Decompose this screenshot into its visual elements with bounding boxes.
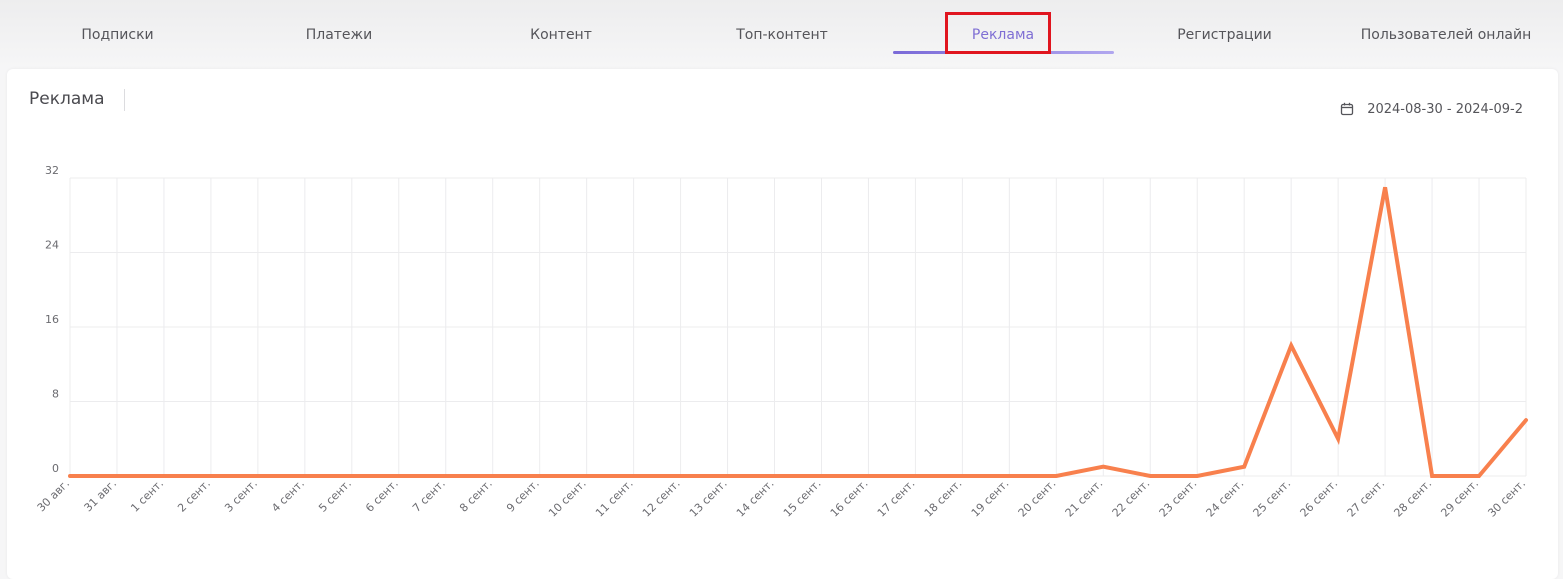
y-tick-label: 8 [52, 388, 59, 401]
x-tick-label: 25 сент. [1251, 477, 1294, 520]
x-tick-label: 20 сент. [1016, 477, 1059, 520]
x-tick-label: 22 сент. [1110, 477, 1153, 520]
x-tick-label: 8 сент. [457, 477, 495, 515]
y-tick-label: 0 [52, 462, 59, 475]
x-tick-label: 18 сент. [922, 477, 965, 520]
x-tick-label: 30 авг. [35, 477, 72, 514]
x-tick-label: 10 сент. [546, 477, 589, 520]
x-tick-label: 26 сент. [1298, 477, 1341, 520]
y-tick-label: 16 [45, 313, 59, 326]
x-tick-label: 24 сент. [1204, 477, 1247, 520]
x-tick-label: 12 сент. [640, 477, 683, 520]
x-tick-label: 28 сент. [1391, 477, 1434, 520]
x-tick-label: 31 авг. [82, 477, 119, 514]
x-tick-label: 1 сент. [128, 477, 166, 515]
x-tick-label: 7 сент. [410, 477, 448, 515]
x-tick-label: 4 сент. [269, 477, 307, 515]
x-tick-label: 21 сент. [1063, 477, 1106, 520]
x-tick-label: 23 сент. [1157, 477, 1200, 520]
x-tick-label: 14 сент. [734, 477, 777, 520]
x-tick-label: 2 сент. [175, 477, 213, 515]
x-tick-label: 15 сент. [781, 477, 824, 520]
x-tick-label: 3 сент. [222, 477, 260, 515]
x-tick-label: 19 сент. [969, 477, 1012, 520]
x-tick-label: 30 сент. [1485, 477, 1528, 520]
y-tick-label: 32 [45, 164, 59, 177]
series-line [68, 186, 1528, 478]
y-tick-label: 24 [45, 239, 59, 252]
x-tick-label: 9 сент. [504, 477, 542, 515]
ads-line-chart: 0 8 16 24 32 30 авг. 31 авг. 1 сент. 2 сент. 3 се… [35, 164, 1528, 520]
x-tick-label: 16 сент. [828, 477, 871, 520]
x-tick-label: 5 сент. [316, 477, 354, 515]
x-tick-label: 6 сент. [363, 477, 401, 515]
x-tick-label: 27 сент. [1345, 477, 1388, 520]
x-tick-label: 11 сент. [593, 477, 636, 520]
x-tick-label: 17 сент. [875, 477, 918, 520]
x-tick-label: 29 сент. [1438, 477, 1481, 520]
x-tick-label: 13 сент. [687, 477, 730, 520]
